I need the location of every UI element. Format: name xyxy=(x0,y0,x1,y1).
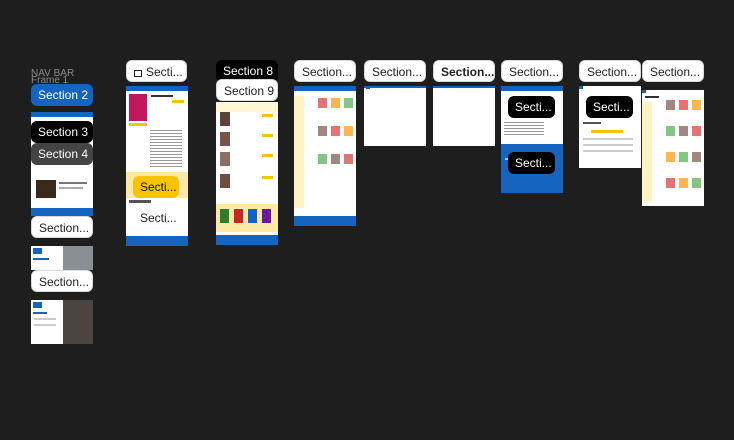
section-tag-h[interactable]: Section... xyxy=(642,60,704,82)
section-tag-f[interactable]: Section... xyxy=(501,60,563,82)
section-4-tag[interactable]: Section 4 xyxy=(31,143,93,165)
section-tag-c[interactable]: Section... xyxy=(294,60,356,82)
section-tag-f-inner-2[interactable]: Secti... xyxy=(508,152,555,174)
section-tag-d[interactable]: Section... xyxy=(364,60,426,82)
frame-thumb-left-3[interactable] xyxy=(31,300,93,344)
section-tag-a-inner-1[interactable]: Secti... xyxy=(133,176,179,198)
section-tag-a-label: Secti... xyxy=(146,65,183,79)
section-9-tag[interactable]: Section 9 xyxy=(216,79,278,101)
section-tag-left-b[interactable]: Section... xyxy=(31,270,93,292)
section-tag-g[interactable]: Section... xyxy=(579,60,641,82)
section-3-tag[interactable]: Section 3 xyxy=(31,121,93,143)
section-tag-g-inner[interactable]: Secti... xyxy=(586,96,633,118)
frame-thumb-c[interactable] xyxy=(294,86,356,226)
frame-thumb-h[interactable] xyxy=(642,90,704,206)
frame-icon xyxy=(134,70,142,77)
frame-thumb-d[interactable] xyxy=(364,86,426,146)
frame-thumb-e[interactable] xyxy=(433,86,495,146)
frame-thumb-b[interactable] xyxy=(216,102,278,245)
section-tag-a[interactable]: Secti... xyxy=(126,60,187,82)
section-tag-f-inner-1[interactable]: Secti... xyxy=(508,96,555,118)
frame-thumb-left-2[interactable] xyxy=(31,246,93,270)
section-2-tag[interactable]: Section 2 xyxy=(31,84,93,106)
section-tag-a-inner-2[interactable]: Secti... xyxy=(133,207,179,229)
section-tag-e[interactable]: Section... xyxy=(433,60,495,82)
section-tag-left-a[interactable]: Section... xyxy=(31,216,93,238)
